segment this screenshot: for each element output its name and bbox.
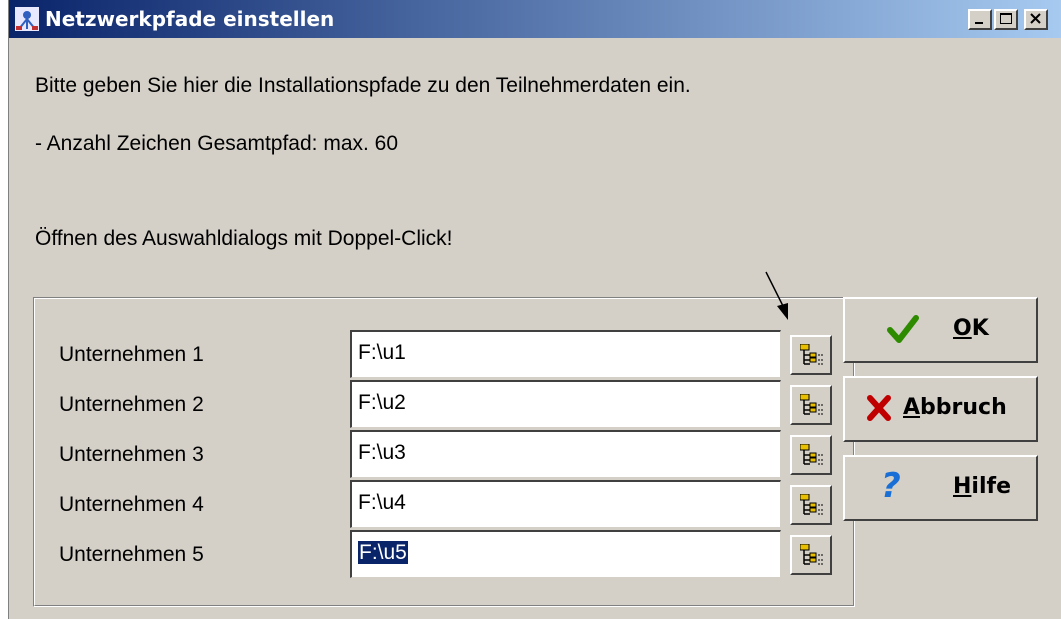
dialog-window: Netzwerkpfade einstellen Bitte geben Sie…	[8, 0, 1061, 619]
folder-tree-icon	[800, 394, 823, 415]
window-title: Netzwerkpfade einstellen	[45, 7, 335, 31]
folder-tree-icon	[800, 544, 823, 565]
browse-button-5[interactable]	[790, 535, 832, 575]
path-value-4: F:\u4	[358, 491, 406, 514]
folder-tree-icon	[800, 494, 823, 515]
row-label-unternehmen-4: Unternehmen 4	[59, 493, 204, 516]
maximize-icon	[1000, 13, 1012, 24]
browse-button-3[interactable]	[790, 435, 832, 475]
path-input-unternehmen-1[interactable]: F:\u1	[350, 330, 781, 378]
x-icon	[867, 395, 891, 421]
folder-tree-icon	[800, 344, 823, 365]
row-label-unternehmen-2: Unternehmen 2	[59, 393, 204, 416]
close-icon	[1030, 13, 1041, 24]
browse-button-1[interactable]	[790, 335, 832, 375]
ok-label: OK	[953, 316, 989, 341]
maximize-button[interactable]	[994, 9, 1018, 30]
row-label-unternehmen-5: Unternehmen 5	[59, 543, 204, 566]
path-value-2: F:\u2	[358, 391, 406, 414]
path-input-unternehmen-5[interactable]: F:\u5	[350, 530, 781, 578]
browse-button-2[interactable]	[790, 385, 832, 425]
title-bar[interactable]: Netzwerkpfade einstellen	[9, 0, 1061, 38]
path-input-unternehmen-4[interactable]: F:\u4	[350, 480, 781, 528]
network-app-icon	[15, 7, 39, 31]
ok-button[interactable]: OK	[843, 297, 1038, 363]
close-button[interactable]	[1024, 9, 1048, 30]
row-label-unternehmen-1: Unternehmen 1	[59, 343, 204, 366]
help-button[interactable]: ? Hilfe	[843, 455, 1038, 521]
double-click-hint: Öffnen des Auswahldialogs mit Doppel-Cli…	[35, 227, 453, 250]
path-value-5-selected: F:\u5	[358, 541, 408, 564]
path-input-unternehmen-2[interactable]: F:\u2	[350, 380, 781, 428]
minimize-button[interactable]	[968, 9, 992, 30]
pointer-arrow-icon	[765, 271, 788, 320]
path-value-1: F:\u1	[358, 341, 406, 364]
minimize-icon	[975, 22, 983, 24]
help-label: Hilfe	[953, 474, 1011, 499]
path-value-3: F:\u3	[358, 441, 406, 464]
path-input-unternehmen-3[interactable]: F:\u3	[350, 430, 781, 478]
cancel-label: Abbruch	[903, 395, 1007, 420]
instruction-text: Bitte geben Sie hier die Installationspf…	[35, 74, 691, 97]
cancel-button[interactable]: Abbruch	[843, 376, 1038, 442]
question-icon: ?	[881, 466, 901, 506]
checkmark-icon	[887, 315, 919, 343]
browse-button-4[interactable]	[790, 485, 832, 525]
folder-tree-icon	[800, 444, 823, 465]
row-label-unternehmen-3: Unternehmen 3	[59, 443, 204, 466]
max-length-text: - Anzahl Zeichen Gesamtpfad: max. 60	[35, 132, 399, 155]
